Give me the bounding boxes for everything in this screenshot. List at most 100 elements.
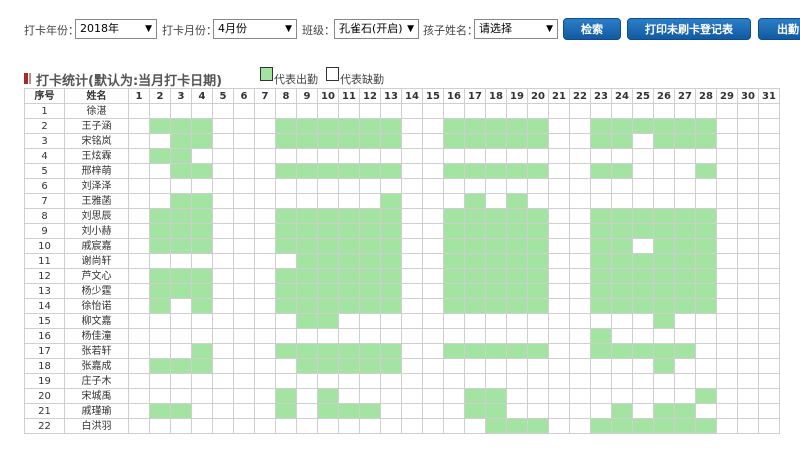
- month-label: 打卡月份：: [162, 24, 217, 37]
- child-name: 白洪羽: [64, 418, 129, 434]
- attendance-cell-present: [275, 133, 297, 149]
- attendance-cell-present: [653, 313, 675, 329]
- attendance-cell-absent: [653, 178, 675, 194]
- attendance-cell-absent: [191, 148, 213, 164]
- header-day: 29: [716, 88, 738, 104]
- child-name: 戚瑾瑜: [64, 403, 129, 419]
- search-button[interactable]: 检索: [563, 18, 621, 40]
- attendance-cell-present: [632, 253, 654, 269]
- header-day: 15: [422, 88, 444, 104]
- attendance-cell-absent: [212, 223, 234, 239]
- row-index: 13: [24, 283, 65, 299]
- table-row: 13 杨少霆: [24, 283, 780, 299]
- month-select-value: 4月份: [218, 22, 247, 35]
- child-select-value: 请选择: [479, 22, 512, 35]
- attendance-cell-present: [590, 268, 612, 284]
- attendance-cell-absent: [254, 358, 276, 374]
- attendance-cell-absent: [632, 358, 654, 374]
- attendance-cell-absent: [149, 313, 171, 329]
- attendance-cell-absent: [695, 193, 717, 209]
- attendance-cell-absent: [716, 208, 738, 224]
- attendance-cell-present: [338, 268, 360, 284]
- attendance-cell-absent: [338, 388, 360, 404]
- attendance-cell-absent: [233, 178, 255, 194]
- legend-absent-swatch: [326, 67, 339, 81]
- attendance-cell-present: [191, 298, 213, 314]
- header-name: 姓名: [64, 88, 129, 104]
- attendance-cell-absent: [632, 388, 654, 404]
- attendance-cell-present: [191, 358, 213, 374]
- header-day: 17: [464, 88, 486, 104]
- attendance-cell-present: [359, 403, 381, 419]
- attendance-cell-present: [191, 238, 213, 254]
- attendance-cell-absent: [443, 418, 465, 434]
- attendance-cell-absent: [380, 178, 402, 194]
- class-select[interactable]: 孔雀石(开启) ▼: [334, 19, 419, 39]
- attendance-cell-present: [380, 163, 402, 179]
- header-day: 1: [128, 88, 150, 104]
- print-unswiped-button[interactable]: 打印未刷卡登记表: [627, 18, 751, 40]
- attendance-cell-absent: [128, 133, 150, 149]
- attendance-cell-absent: [569, 358, 591, 374]
- attendance-cell-present: [149, 298, 171, 314]
- attendance-cell-absent: [212, 133, 234, 149]
- attendance-cell-present: [317, 313, 339, 329]
- attendance-cell-present: [170, 268, 192, 284]
- attendance-cell-absent: [317, 373, 339, 389]
- attendance-cell-present: [632, 418, 654, 434]
- attendance-cell-absent: [716, 148, 738, 164]
- attendance-cell-present: [506, 298, 528, 314]
- attendance-cell-absent: [737, 403, 759, 419]
- stats-title: 打卡统计(默认为:当月打卡日期): [36, 74, 223, 89]
- attendance-cell-present: [632, 208, 654, 224]
- export-button[interactable]: 出勤: [758, 18, 800, 40]
- attendance-cell-present: [653, 418, 675, 434]
- attendance-cell-absent: [422, 418, 444, 434]
- attendance-cell-absent: [632, 193, 654, 209]
- attendance-cell-absent: [464, 148, 486, 164]
- header-day: 21: [548, 88, 570, 104]
- attendance-cell-present: [632, 223, 654, 239]
- attendance-cell-absent: [233, 103, 255, 119]
- attendance-cell-absent: [128, 163, 150, 179]
- attendance-cell-present: [275, 163, 297, 179]
- attendance-cell-absent: [632, 133, 654, 149]
- attendance-cell-absent: [275, 178, 297, 194]
- attendance-cell-present: [443, 238, 465, 254]
- attendance-cell-present: [590, 343, 612, 359]
- attendance-cell-absent: [401, 163, 423, 179]
- attendance-cell-absent: [506, 373, 528, 389]
- child-select[interactable]: 请选择 ▼: [474, 19, 558, 39]
- attendance-cell-present: [611, 343, 633, 359]
- attendance-cell-absent: [338, 178, 360, 194]
- attendance-cell-present: [506, 223, 528, 239]
- attendance-cell-absent: [296, 328, 318, 344]
- attendance-cell-absent: [212, 328, 234, 344]
- attendance-cell-present: [590, 133, 612, 149]
- attendance-cell-absent: [149, 388, 171, 404]
- attendance-cell-absent: [191, 403, 213, 419]
- attendance-cell-absent: [527, 403, 549, 419]
- attendance-cell-present: [632, 343, 654, 359]
- year-select[interactable]: 2018年 ▼: [75, 19, 157, 39]
- attendance-cell-absent: [695, 358, 717, 374]
- attendance-cell-absent: [653, 148, 675, 164]
- row-index: 18: [24, 358, 65, 374]
- attendance-cell-present: [170, 358, 192, 374]
- attendance-cell-absent: [737, 313, 759, 329]
- attendance-cell-absent: [149, 178, 171, 194]
- attendance-cell-absent: [569, 283, 591, 299]
- attendance-cell-absent: [527, 313, 549, 329]
- month-select[interactable]: 4月份 ▼: [213, 19, 297, 39]
- attendance-cell-absent: [632, 178, 654, 194]
- attendance-cell-absent: [254, 148, 276, 164]
- attendance-cell-present: [590, 283, 612, 299]
- attendance-cell-absent: [422, 193, 444, 209]
- attendance-cell-absent: [128, 283, 150, 299]
- attendance-cell-present: [296, 208, 318, 224]
- attendance-cell-absent: [317, 148, 339, 164]
- attendance-cell-absent: [590, 403, 612, 419]
- attendance-cell-present: [590, 163, 612, 179]
- attendance-cell-present: [380, 208, 402, 224]
- attendance-cell-present: [695, 388, 717, 404]
